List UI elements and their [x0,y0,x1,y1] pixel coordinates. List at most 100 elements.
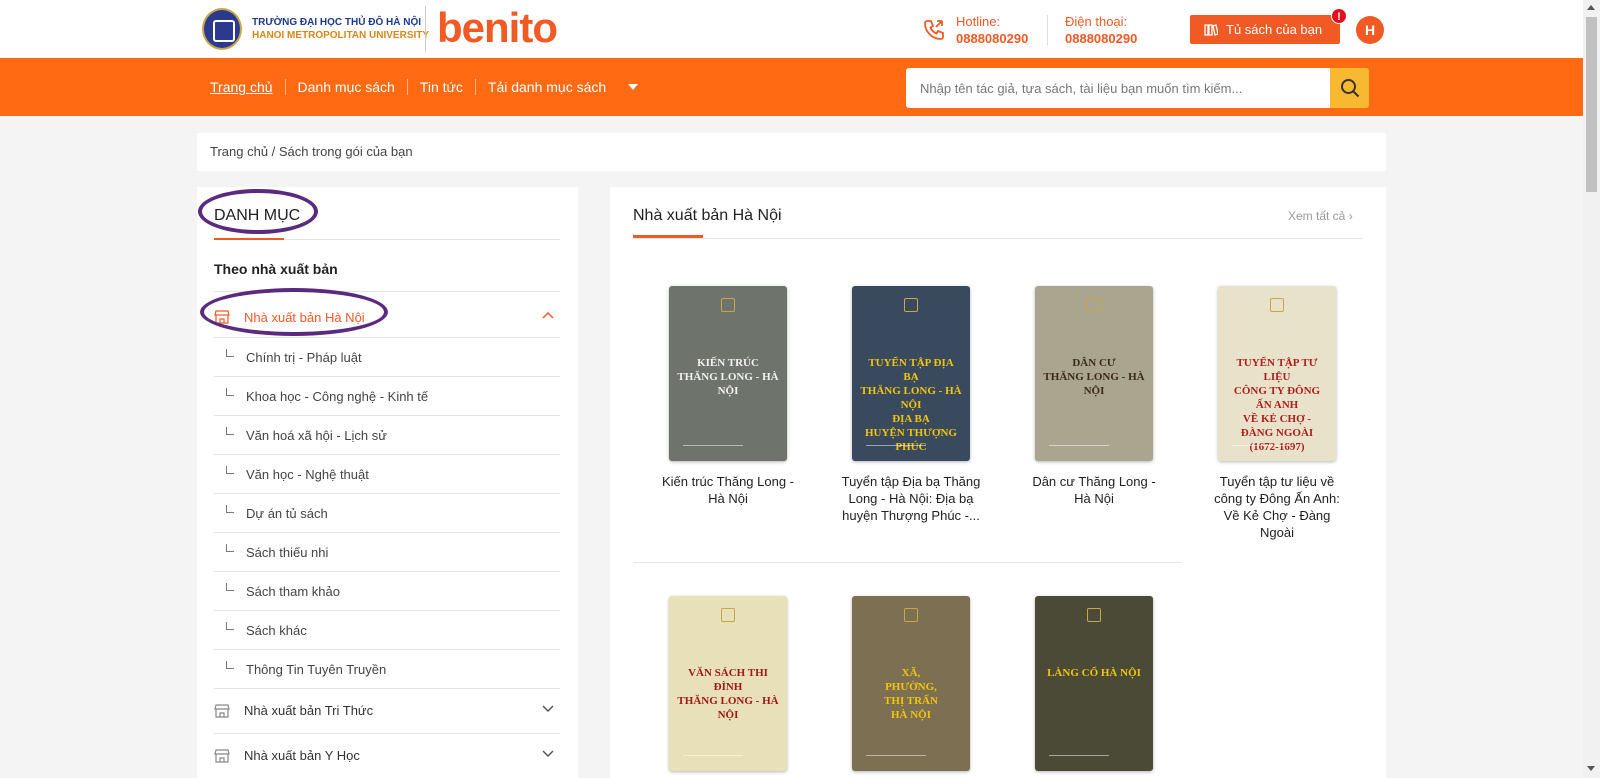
tree-branch-icon [226,466,234,474]
cover-title: LÀNG CỔ HÀ NỘI [1047,667,1141,679]
book-title[interactable]: Tuyển tập tư liệu về công ty Đông Ấn Anh… [1202,473,1352,541]
tree-branch-icon [226,544,234,552]
subcategory-label: Sách khác [246,622,307,638]
book-cover[interactable]: DÂN CƯ THĂNG LONG - HÀ NỘI [1035,286,1153,461]
publisher-mark [683,755,743,761]
publisher-label: Nhà xuất bản Tri Thức [244,703,374,718]
publisher-item-y-hoc[interactable]: Nhà xuất bản Y Học [214,733,560,777]
phone-label: Điện thoại: [1065,14,1128,29]
bookshelf-button[interactable]: Tủ sách của bạn [1190,15,1340,44]
subcategory-item[interactable]: Dự án tủ sách [214,493,560,532]
brand-logo[interactable]: benito [437,4,558,52]
book-cover[interactable]: VĂN SÁCH THI ĐÌNH THĂNG LONG - HÀ NỘI [669,596,787,771]
subcategory-item[interactable]: Sách thiếu nhi [214,532,560,571]
subcategory-label: Sách tham khảo [246,583,340,599]
book-cover[interactable]: LÀNG CỔ HÀ NỘI [1035,596,1153,771]
publisher-mark [866,445,926,451]
nav-book-categories[interactable]: Danh mục sách [284,79,407,95]
cover-title: XÃ, PHƯỜNG, THỊ TRẤN HÀ NỘI [884,667,938,721]
book-title[interactable]: Dân cư Thăng Long - Hà Nội [1019,473,1169,507]
hotline-label: Hotline: [956,14,1001,29]
tree-branch-icon [226,622,234,630]
publisher-mark [866,755,926,761]
book-section: Nhà xuất bản Hà Nội Xem tất cả › KIẾN TR… [610,187,1386,778]
scroll-down-icon[interactable] [1587,766,1595,771]
chevron-down-icon[interactable] [628,84,639,90]
book-card[interactable]: LÀNG CỔ HÀ NỘI [1019,596,1169,771]
tree-branch-icon [226,427,234,435]
subcategory-item[interactable]: Văn học - Nghệ thuật [214,454,560,493]
see-all-link[interactable]: Xem tất cả › [1288,209,1353,223]
tree-branch-icon [226,388,234,396]
chevron-up-icon[interactable] [542,311,554,319]
book-cover[interactable]: KIẾN TRÚC THĂNG LONG - HÀ NỘI [669,286,787,461]
see-all-label: Xem tất cả [1288,209,1346,223]
tree-branch-icon [226,583,234,591]
nav-download-catalog[interactable]: Tải danh mục sách [474,79,618,95]
publisher-emblem-icon [721,298,735,312]
annotation-ring [198,189,318,234]
book-cover[interactable]: TUYỂN TẬP TƯ LIỆU CÔNG TY ĐÔNG ẤN ANH VỀ K… [1218,286,1336,461]
tree-branch-icon [226,349,234,357]
chevron-down-icon[interactable] [542,705,554,713]
chevron-down-icon[interactable] [542,750,554,758]
search-button[interactable] [1330,68,1369,108]
store-icon [214,748,230,763]
publisher-label: Nhà xuất bản Y Học [244,748,360,763]
subcategory-item[interactable]: Sách khác [214,610,560,649]
publisher-item-tri-thuc[interactable]: Nhà xuất bản Tri Thức [214,688,560,732]
subcategory-item[interactable]: Chính trị - Pháp luật [214,337,560,376]
publisher-emblem-icon [1087,298,1101,312]
breadcrumb[interactable]: Trang chủ / Sách trong gói của bạn [197,133,1386,171]
section-title: Nhà xuất bản Hà Nội [633,207,782,224]
hotline-number[interactable]: 0888080290 [956,30,1028,47]
book-card[interactable]: KIẾN TRÚC THĂNG LONG - HÀ NỘI Kiến trúc T… [653,286,803,507]
hotline: Hotline: 0888080290 [956,13,1028,47]
sidebar-subtitle: Theo nhà xuất bản [214,261,338,277]
search-input[interactable] [906,68,1342,108]
book-cover[interactable]: XÃ, PHƯỜNG, THỊ TRẤN HÀ NỘI [852,596,970,771]
book-cover[interactable]: TUYỂN TẬP ĐỊA BẠ THĂNG LONG - HÀ NỘI ĐỊA B… [852,286,970,461]
book-title[interactable]: Tuyển tập Địa bạ Thăng Long - Hà Nội: Đị… [836,473,986,524]
notification-badge: ! [1331,8,1347,24]
subcategory-label: Văn hoá xã hội - Lịch sử [246,427,387,443]
cover-title: VĂN SÁCH THI ĐÌNH THĂNG LONG - HÀ NỘI [677,667,779,721]
university-logo[interactable]: TRƯỜNG ĐẠI HỌC THỦ ĐÔ HÀ NỘI HANOI METRO… [202,8,429,50]
publisher-emblem-icon [1087,608,1101,622]
user-avatar[interactable]: H [1356,16,1384,44]
publisher-mark [1049,755,1109,761]
book-card[interactable]: XÃ, PHƯỜNG, THỊ TRẤN HÀ NỘI [836,596,986,771]
subcategory-item[interactable]: Thông Tin Tuyên Truyền [214,649,560,688]
book-card[interactable]: VĂN SÁCH THI ĐÌNH THĂNG LONG - HÀ NỘI [653,596,803,771]
subcategory-item[interactable]: Văn hoá xã hội - Lịch sử [214,415,560,454]
sidebar-title-underline [214,238,284,240]
book-card[interactable]: TUYỂN TẬP TƯ LIỆU CÔNG TY ĐÔNG ẤN ANH VỀ K… [1202,286,1352,541]
contact-divider [1047,15,1048,45]
tree-branch-icon [226,661,234,669]
category-sidebar: DANH MỤC Theo nhà xuất bản Nhà xuất bản … [197,187,578,778]
row-divider [633,562,1181,563]
university-seal-icon [202,8,242,50]
subcategory-label: Thông Tin Tuyên Truyền [246,661,387,677]
subcategory-item[interactable]: Sách tham khảo [214,571,560,610]
search-box [906,68,1342,108]
book-card[interactable]: DÂN CƯ THĂNG LONG - HÀ NỘI Dân cư Thăng L… [1019,286,1169,507]
phone-contact: Điện thoại: 0888080290 [1065,13,1137,47]
page-scrollbar[interactable] [1583,0,1600,778]
scroll-up-icon[interactable] [1587,5,1595,10]
cover-title: KIẾN TRÚC THĂNG LONG - HÀ NỘI [677,357,779,397]
nav-home[interactable]: Trang chủ [210,79,285,95]
section-title-underline [633,235,703,238]
subcategory-item[interactable]: Khoa học - Công nghệ - Kinh tế [214,376,560,415]
phone-number[interactable]: 0888080290 [1065,30,1137,47]
subcategory-label: Chính trị - Pháp luật [246,349,362,365]
top-header: TRƯỜNG ĐẠI HỌC THỦ ĐÔ HÀ NỘI HANOI METRO… [0,0,1583,58]
book-title[interactable]: Kiến trúc Thăng Long - Hà Nội [653,473,803,507]
book-card[interactable]: TUYỂN TẬP ĐỊA BẠ THĂNG LONG - HÀ NỘI ĐỊA B… [836,286,986,524]
cover-title: DÂN CƯ THĂNG LONG - HÀ NỘI [1043,357,1145,397]
scrollbar-thumb[interactable] [1586,17,1597,192]
phone-icon [924,20,944,40]
subcategory-label: Sách thiếu nhi [246,544,329,560]
bookshelf-icon [1204,23,1218,36]
nav-news[interactable]: Tin tức [406,79,475,95]
